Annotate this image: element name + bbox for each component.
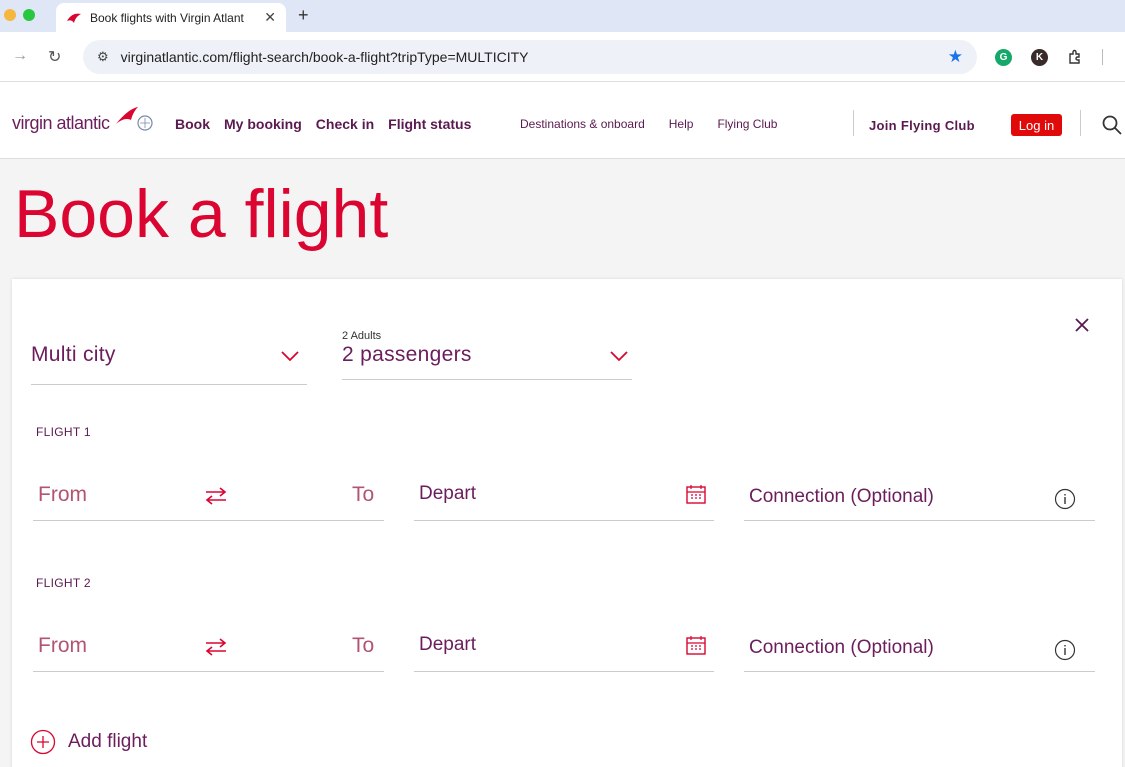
header-divider: [1080, 110, 1081, 136]
chevron-down-icon: [610, 351, 628, 362]
chevron-down-icon: [281, 351, 299, 362]
tab-close-icon[interactable]: ✕: [264, 9, 276, 26]
profile-extension-icon[interactable]: K: [1031, 49, 1048, 66]
forward-icon[interactable]: →: [12, 47, 28, 65]
bookmark-star-icon[interactable]: ★: [948, 47, 963, 67]
join-flying-club-link[interactable]: Join Flying Club: [869, 118, 975, 133]
add-flight-button[interactable]: Add flight: [30, 729, 147, 755]
nav-flight-status[interactable]: Flight status: [388, 116, 471, 132]
flight-1-connection-field[interactable]: Connection (Optional): [744, 469, 1095, 521]
add-circle-icon: [30, 729, 56, 755]
passengers-breakdown: 2 Adults: [342, 330, 382, 342]
flight-2-connection-input: Connection (Optional): [749, 637, 934, 658]
nav-flying-club[interactable]: Flying Club: [717, 117, 777, 131]
flight-1-connection-input: Connection (Optional): [749, 486, 934, 507]
browser-tab[interactable]: Book flights with Virgin Atlant ✕: [56, 3, 286, 32]
nav-help[interactable]: Help: [669, 117, 694, 131]
new-tab-button[interactable]: +: [298, 5, 309, 26]
virgin-signature-icon: [115, 107, 153, 131]
virgin-atlantic-logo[interactable]: virgin atlantic: [12, 104, 156, 134]
add-flight-label: Add flight: [68, 731, 148, 752]
nav-check-in[interactable]: Check in: [316, 116, 374, 132]
flight-2-connection-field[interactable]: Connection (Optional): [744, 620, 1095, 672]
logo-wordmark: virgin atlantic: [12, 113, 110, 133]
extensions-puzzle-icon[interactable]: [1067, 49, 1084, 66]
flight-2-depart-field[interactable]: Depart: [414, 620, 714, 672]
passengers-value: 2 passengers: [342, 343, 472, 366]
address-bar[interactable]: ⚙ virginatlantic.com/flight-search/book-…: [83, 40, 977, 74]
site-header: virgin atlantic Book My booking Check in…: [0, 82, 1125, 159]
flight-1-route: From To: [33, 469, 384, 521]
browser-toolbar: → ↻ ⚙ virginatlantic.com/flight-search/b…: [0, 32, 1125, 82]
flight-1-to-input[interactable]: To: [352, 483, 374, 507]
trip-type-select[interactable]: Multi city: [31, 315, 307, 385]
virgin-favicon-icon: [67, 13, 81, 23]
calendar-icon: [686, 485, 706, 504]
header-divider: [853, 110, 854, 136]
url-text: virginatlantic.com/flight-search/book-a-…: [120, 49, 529, 65]
info-icon[interactable]: [1054, 488, 1076, 510]
flight-1-label: FLIGHT 1: [36, 425, 91, 439]
reload-icon[interactable]: ↻: [48, 47, 61, 67]
tab-title: Book flights with Virgin Atlant: [90, 10, 244, 25]
nav-my-booking[interactable]: My booking: [224, 116, 302, 132]
flight-1-depart-field[interactable]: Depart: [414, 469, 714, 521]
main-nav: Book My booking Check in Flight status: [175, 116, 471, 132]
trip-type-value: Multi city: [31, 343, 116, 366]
window-minimize-button[interactable]: [4, 9, 16, 21]
passengers-select[interactable]: 2 Adults 2 passengers: [342, 310, 632, 380]
search-icon[interactable]: [1102, 115, 1122, 135]
window-maximize-button[interactable]: [23, 9, 35, 21]
flight-1-from-input[interactable]: From: [38, 483, 87, 507]
flight-2-label: FLIGHT 2: [36, 576, 91, 590]
swap-icon[interactable]: [203, 637, 229, 657]
flight-search-card: Multi city 2 Adults 2 passengers FLIGHT …: [12, 279, 1122, 767]
calendar-icon: [686, 636, 706, 655]
nav-destinations-onboard[interactable]: Destinations & onboard: [520, 117, 645, 131]
site-info-icon[interactable]: ⚙: [97, 49, 109, 65]
close-icon[interactable]: [1074, 317, 1090, 333]
login-button[interactable]: Log in: [1011, 114, 1062, 136]
grammarly-extension-icon[interactable]: G: [995, 49, 1012, 66]
flight-2-depart-input: Depart: [419, 634, 477, 655]
flight-2-to-input[interactable]: To: [352, 634, 374, 658]
secondary-nav: Destinations & onboard Help Flying Club: [520, 117, 777, 131]
nav-book[interactable]: Book: [175, 116, 210, 132]
flight-1-depart-input: Depart: [419, 483, 477, 504]
flight-2-from-input[interactable]: From: [38, 634, 87, 658]
flight-2-route: From To: [33, 620, 384, 672]
browser-tab-bar: Book flights with Virgin Atlant ✕ +: [0, 0, 1125, 32]
page-title: Book a flight: [14, 176, 389, 252]
toolbar-divider: [1102, 49, 1103, 65]
swap-icon[interactable]: [203, 486, 229, 506]
info-icon[interactable]: [1054, 639, 1076, 661]
